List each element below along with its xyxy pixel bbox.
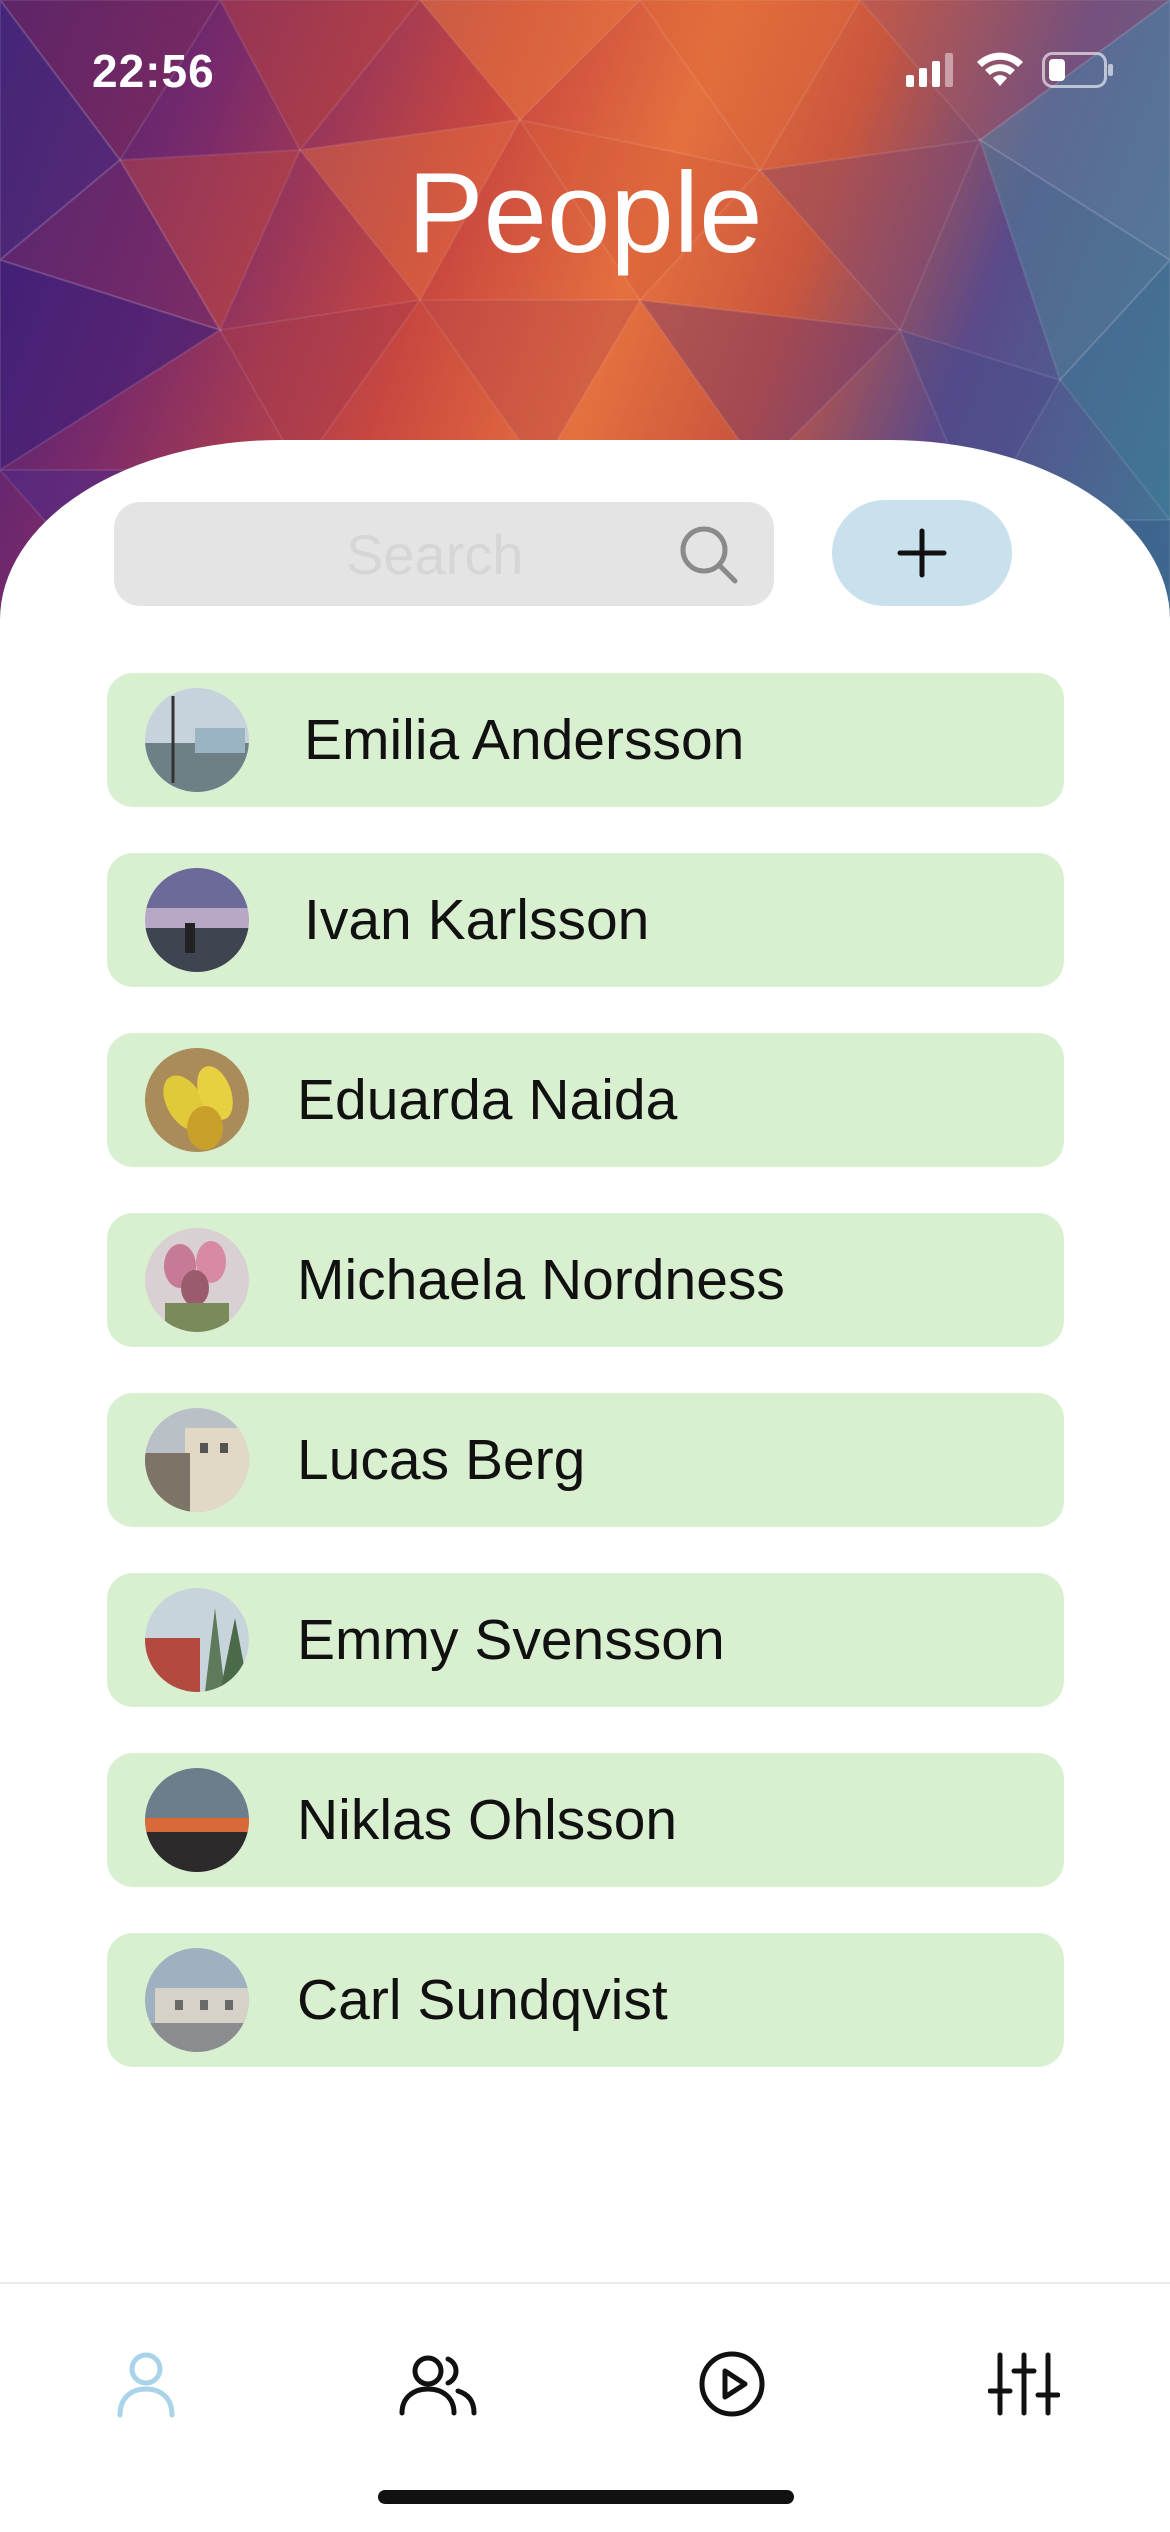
tab-play[interactable] [672,2324,792,2444]
people-screen: 22:56 People Search Emilia Andersson Iva… [0,0,1170,2532]
person-row[interactable]: Carl Sundqvist [107,1933,1064,2067]
person-row[interactable]: Michaela Nordness [107,1213,1064,1347]
person-row[interactable]: Lucas Berg [107,1393,1064,1527]
person-icon [117,2352,175,2418]
person-row[interactable]: Emmy Svensson [107,1573,1064,1707]
play-icon [699,2351,765,2417]
person-name: Niklas Ohlsson [297,1788,678,1852]
search-bar [114,502,774,606]
wifi-icon [977,52,1023,86]
person-row[interactable]: Emilia Andersson [107,673,1064,807]
person-name: Lucas Berg [297,1428,586,1492]
person-row[interactable]: Eduarda Naida [107,1033,1064,1167]
cellular-signal-icon [906,53,953,87]
battery-icon [1042,52,1113,88]
avatar [145,868,249,972]
avatar [145,1048,249,1152]
person-row[interactable]: Niklas Ohlsson [107,1753,1064,1887]
people-list: Emilia Andersson Ivan Karlsson Eduarda N… [107,673,1064,2113]
plus-icon [897,528,947,578]
search-icon[interactable] [678,524,740,586]
avatar [145,1588,249,1692]
avatar [145,1228,249,1332]
person-name: Eduarda Naida [297,1068,678,1132]
tab-person[interactable] [86,2324,206,2444]
people-icon [399,2355,477,2416]
search-input[interactable] [114,502,774,606]
tab-people[interactable] [378,2324,498,2444]
status-icons [906,52,1114,88]
person-name: Carl Sundqvist [297,1968,668,2032]
add-person-button[interactable] [832,500,1012,606]
sliders-icon [988,2352,1060,2416]
person-name: Ivan Karlsson [304,888,650,952]
avatar [145,1408,249,1512]
person-name: Emmy Svensson [297,1608,725,1672]
person-name: Michaela Nordness [297,1248,785,1312]
avatar [145,688,249,792]
page-title: People [407,150,763,277]
person-row[interactable]: Ivan Karlsson [107,853,1064,987]
home-indicator [378,2490,794,2504]
avatar [145,1768,249,1872]
avatar [145,1948,249,2052]
status-time: 22:56 [92,45,215,97]
person-name: Emilia Andersson [304,708,745,772]
tab-settings[interactable] [964,2324,1084,2444]
